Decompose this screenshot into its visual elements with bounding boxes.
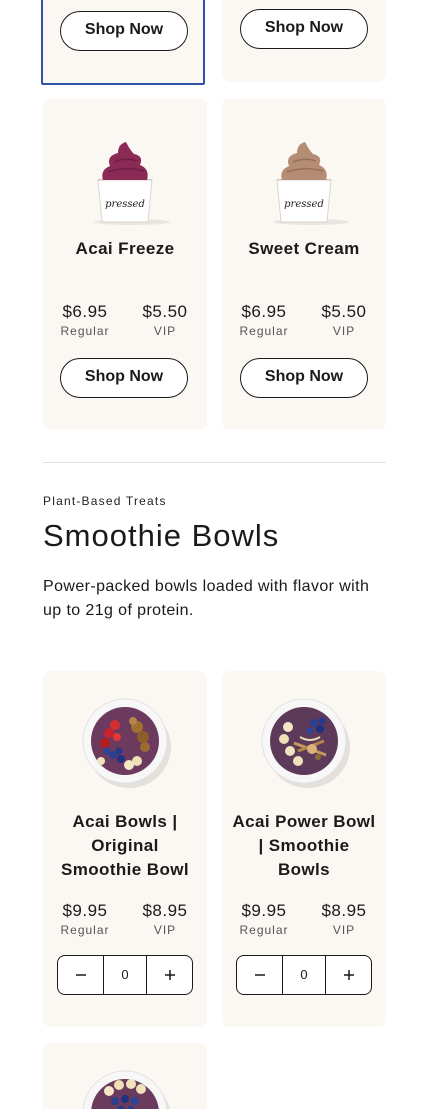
shop-now-button[interactable]: Shop Now	[60, 358, 188, 398]
price-regular: $9.95 Regular	[55, 901, 115, 937]
increment-button[interactable]	[147, 956, 192, 994]
product-card-acai-freeze[interactable]: pressed Acai Freeze $6.95 Regular $5.50 …	[43, 98, 207, 430]
product-card-acai-bowl-original[interactable]: Acai Bowls | Original Smoothie Bowl $9.9…	[43, 671, 207, 1027]
section-description: Power-packed bowls loaded with flavor wi…	[43, 578, 370, 619]
price-regular-label: Regular	[60, 324, 110, 338]
cup-brand-text: pressed	[284, 199, 324, 210]
decrement-button[interactable]	[58, 956, 103, 994]
section-title: Smoothie Bowls	[43, 518, 280, 553]
quantity-value[interactable]: 0	[282, 956, 326, 994]
product-image: pressed	[43, 138, 207, 228]
price-vip-label: VIP	[332, 324, 356, 338]
product-card-bottom-left[interactable]	[43, 1043, 207, 1109]
minus-icon	[75, 974, 86, 976]
plus-icon	[164, 970, 175, 980]
price-vip: $8.95 VIP	[135, 901, 195, 937]
price-regular-label: Regular	[239, 324, 289, 338]
price-regular: $9.95 Regular	[234, 901, 294, 937]
section-eyebrow: Plant-Based Treats	[43, 494, 167, 508]
decrement-button[interactable]	[237, 956, 282, 994]
product-image	[43, 693, 207, 793]
section-divider	[43, 462, 386, 463]
price-vip: $8.95 VIP	[314, 901, 374, 937]
shop-now-button[interactable]: Shop Now	[240, 9, 368, 49]
price-regular: $6.95 Regular	[55, 302, 115, 338]
price-regular-value: $9.95	[241, 901, 287, 920]
quantity-stepper[interactable]: 0	[236, 955, 372, 995]
shop-now-button[interactable]: Shop Now	[60, 11, 188, 51]
price-regular-value: $6.95	[241, 302, 287, 321]
product-title[interactable]: Sweet Cream	[222, 237, 386, 261]
price-vip: $5.50 VIP	[135, 302, 195, 338]
cup-brand-text: pressed	[105, 199, 145, 210]
shop-now-button[interactable]: Shop Now	[240, 358, 368, 398]
price-vip-value: $5.50	[142, 302, 188, 321]
product-card-acai-power-bowl[interactable]: Acai Power Bowl | Smoothie Bowls $9.95 R…	[222, 671, 386, 1027]
price-vip-label: VIP	[153, 923, 177, 937]
product-image: pressed	[222, 138, 386, 228]
product-title[interactable]: Acai Power Bowl | Smoothie Bowls	[222, 810, 386, 882]
product-title[interactable]: Acai Bowls | Original Smoothie Bowl	[43, 810, 207, 882]
price-vip-value: $8.95	[142, 901, 188, 920]
minus-icon	[254, 974, 265, 976]
increment-button[interactable]	[326, 956, 371, 994]
product-card-sweet-cream[interactable]: pressed Sweet Cream $6.95 Regular $5.50 …	[222, 98, 386, 430]
price-regular-value: $6.95	[62, 302, 108, 321]
price-vip: $5.50 VIP	[314, 302, 374, 338]
price-regular-label: Regular	[60, 923, 110, 937]
price-regular-label: Regular	[239, 923, 289, 937]
plus-icon	[343, 970, 354, 980]
product-card-top-right[interactable]: Shop Now	[222, 0, 386, 82]
price-regular: $6.95 Regular	[234, 302, 294, 338]
price-regular-value: $9.95	[62, 901, 108, 920]
product-image	[43, 1065, 207, 1109]
product-image	[222, 693, 386, 793]
price-vip-label: VIP	[153, 324, 177, 338]
product-card-top-left[interactable]: Shop Now	[41, 0, 205, 85]
quantity-value[interactable]: 0	[103, 956, 147, 994]
price-vip-label: VIP	[332, 923, 356, 937]
price-vip-value: $5.50	[321, 302, 367, 321]
quantity-stepper[interactable]: 0	[57, 955, 193, 995]
product-title[interactable]: Acai Freeze	[43, 237, 207, 261]
price-vip-value: $8.95	[321, 901, 367, 920]
